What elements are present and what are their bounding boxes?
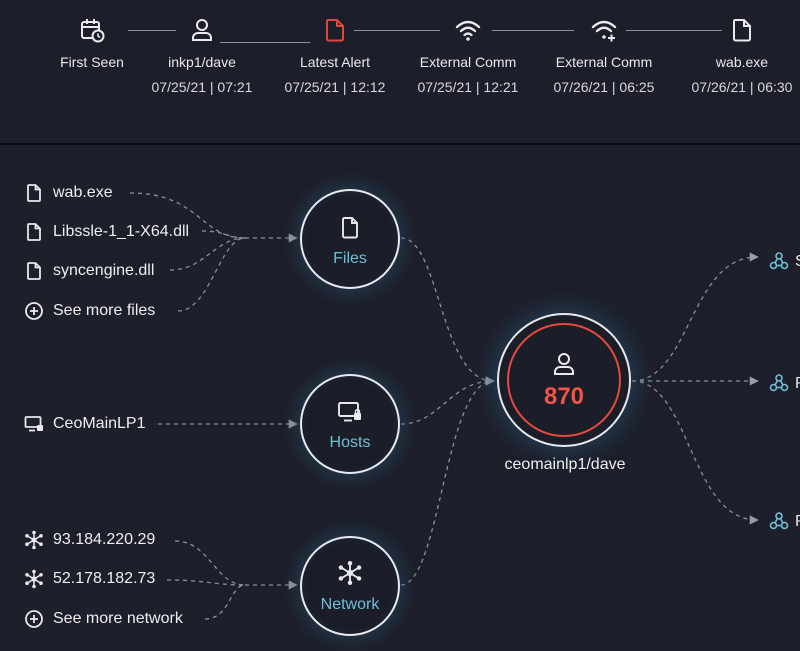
files-hub[interactable]: Files [300,189,400,289]
see-more-network-label: See more network [53,610,183,627]
cluster-icon[interactable] [769,373,789,393]
right-node-label: R [795,375,800,393]
file-item-label: syncengine.dll [53,262,155,279]
host-computer-icon [338,402,361,422]
network-hub[interactable]: Network [300,536,400,636]
file-item-label: wab.exe [53,184,113,201]
cluster-icon[interactable] [769,511,789,531]
file-item[interactable]: syncengine.dll [24,260,154,282]
timeline-event-label: External Comm [419,54,517,70]
file-alert-icon [326,19,344,42]
file-item[interactable]: wab.exe [24,182,113,204]
file-icon [27,262,41,280]
network-node-icon [25,530,43,550]
see-more-files-label: See more files [53,302,156,319]
timeline-bar: First Seen inkp1/dave 07/25/21 | 07:21 L… [0,0,800,143]
right-node-label: R [795,513,800,531]
user-risk-node[interactable]: 870 [497,313,631,447]
cluster-icon[interactable] [769,251,789,271]
user-icon [192,19,212,41]
plus-circle-icon [25,302,43,320]
timeline-event-label: Latest Alert [299,54,371,70]
file-item-label: Libssle-1_1-X64.dll [53,223,190,240]
timeline-event-time: 07/25/21 | 12:21 [417,79,519,95]
network-item-label: 93.184.220.29 [53,531,156,548]
entity-graph: wab.exe Libssle-1_1-X64.dll syncengine.d… [0,145,800,651]
host-computer-icon [24,416,43,432]
risk-user-name: ceomainlp1/dave [504,456,626,473]
risk-score-ring: 870 [507,323,621,437]
right-node-label: S [795,253,800,271]
timeline-event-time: 07/25/21 | 07:21 [151,79,253,95]
timeline-event-label: inkp1/dave [168,54,236,70]
file-icon [733,19,751,42]
timeline-event-time: 07/25/21 | 12:12 [284,79,386,95]
file-item[interactable]: Libssle-1_1-X64.dll [24,221,189,243]
risk-score: 870 [543,383,585,410]
timeline-event-time: 07/26/21 | 06:30 [691,79,793,95]
timeline-event-external-comm[interactable]: External Comm 07/25/21 | 12:21 [403,17,533,95]
network-item[interactable]: 93.184.220.29 [24,529,155,551]
calendar-clock-icon [81,19,105,43]
network-item-label: 52.178.182.73 [53,570,156,587]
network-item[interactable]: 52.178.182.73 [24,568,155,590]
see-more-files-link[interactable]: See more files [24,300,155,322]
wifi-icon [455,20,481,41]
timeline-event-label: External Comm [555,54,653,70]
timeline-event-external-comm[interactable]: External Comm 07/26/21 | 06:25 [539,17,669,95]
timeline-event-file[interactable]: wab.exe 07/26/21 | 06:30 [677,17,800,95]
files-hub-label: Files [333,250,367,267]
host-item-label: CeoMainLP1 [53,415,146,432]
wifi-plus-icon [591,20,617,42]
timeline-event-latest-alert[interactable]: Latest Alert 07/25/21 | 12:12 [270,17,400,95]
network-node-icon [25,569,43,589]
see-more-network-link[interactable]: See more network [24,608,183,630]
network-hub-label: Network [320,596,380,613]
timeline-event-user[interactable]: inkp1/dave 07/25/21 | 07:21 [137,17,267,95]
timeline-event-time: 07/26/21 | 06:25 [553,79,655,95]
hosts-hub-label: Hosts [329,434,371,451]
host-item[interactable]: CeoMainLP1 [24,413,146,435]
user-icon [554,353,574,375]
plus-circle-icon [25,610,43,628]
file-icon [27,223,41,241]
file-icon [27,184,41,202]
file-icon [342,217,358,239]
network-node-icon [338,561,362,585]
timeline-event-label: wab.exe [715,54,769,70]
hosts-hub[interactable]: Hosts [300,374,400,474]
